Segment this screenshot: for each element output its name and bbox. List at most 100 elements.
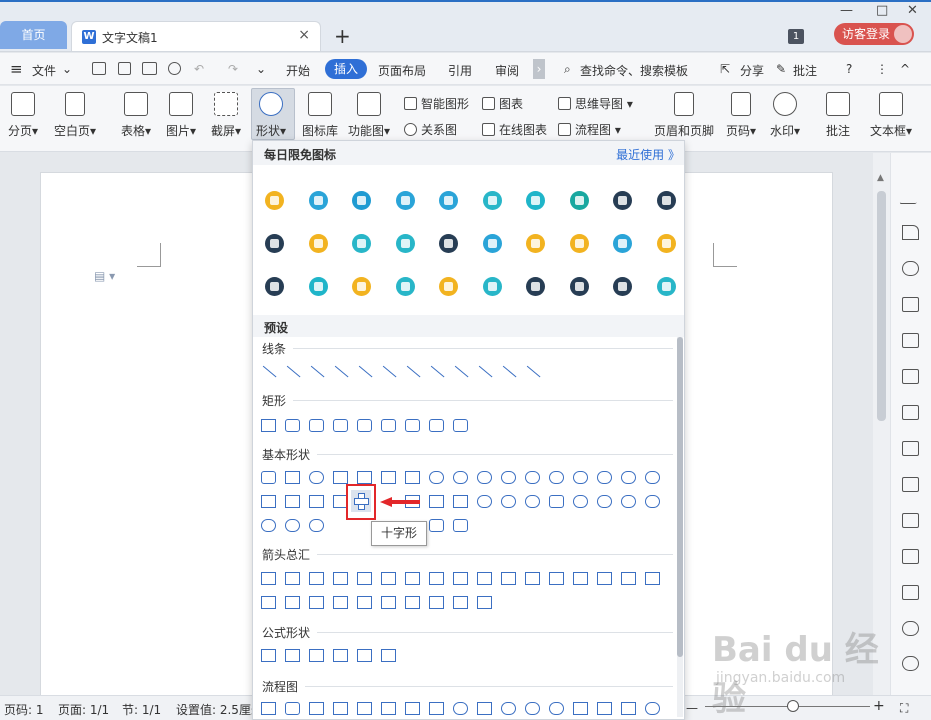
picture-tool-icon[interactable]: [902, 585, 919, 600]
translate-icon[interactable]: [902, 513, 919, 528]
help-icon[interactable]: ?: [846, 62, 852, 76]
comment-ribbon-button[interactable]: 批注: [826, 92, 850, 139]
shape-option[interactable]: [309, 596, 324, 609]
shape-option[interactable]: [309, 572, 324, 585]
page-break-button[interactable]: 分页▾: [8, 92, 38, 139]
free-icon[interactable]: [439, 234, 458, 253]
shape-option[interactable]: [405, 702, 420, 715]
shape-option[interactable]: [430, 365, 445, 378]
window-count-badge[interactable]: 1: [788, 29, 804, 44]
guest-login-button[interactable]: 访客登录: [834, 23, 914, 45]
free-icon[interactable]: [395, 234, 415, 253]
menu-review[interactable]: 审阅: [495, 62, 519, 79]
preview-icon[interactable]: [168, 62, 181, 75]
shape-option[interactable]: [333, 649, 348, 662]
shape-option[interactable]: [525, 702, 540, 715]
shape-option[interactable]: [477, 572, 492, 585]
select-pointer-icon[interactable]: [902, 225, 919, 240]
watermark-button[interactable]: 水印▾: [770, 92, 800, 139]
shape-option[interactable]: [309, 649, 324, 662]
shape-option[interactable]: [285, 471, 300, 484]
shape-option[interactable]: [381, 596, 396, 609]
shape-option[interactable]: [357, 471, 372, 484]
undo-icon[interactable]: ↶: [194, 62, 204, 76]
free-icon[interactable]: [656, 277, 676, 296]
shape-option[interactable]: [357, 702, 372, 715]
free-icon[interactable]: [526, 277, 545, 296]
settings-sliders-icon[interactable]: [902, 405, 919, 420]
shape-option[interactable]: [382, 365, 397, 378]
tab-home[interactable]: 首页: [0, 21, 67, 49]
shape-option[interactable]: [501, 702, 516, 715]
menu-insert[interactable]: 插入: [325, 59, 367, 79]
shape-option[interactable]: [478, 365, 493, 378]
shape-option[interactable]: [621, 702, 636, 715]
shape-option[interactable]: [405, 572, 420, 585]
free-icon[interactable]: [395, 191, 415, 210]
shape-button[interactable]: 形状▾: [256, 92, 286, 139]
free-icon[interactable]: [482, 234, 502, 253]
free-icon[interactable]: [439, 191, 458, 210]
shape-option[interactable]: [573, 702, 588, 715]
shape-option[interactable]: [381, 471, 396, 484]
shape-option[interactable]: [333, 702, 348, 715]
free-icon[interactable]: [613, 234, 632, 253]
free-icon[interactable]: [352, 191, 371, 210]
shape-option[interactable]: [333, 419, 348, 432]
shape-option[interactable]: [334, 365, 349, 378]
flowchart-button[interactable]: 流程图 ▾: [558, 121, 621, 138]
free-icon[interactable]: [569, 234, 589, 253]
close-tab-icon[interactable]: ×: [298, 27, 310, 43]
shape-option[interactable]: [429, 419, 444, 432]
shape-option[interactable]: [357, 649, 372, 662]
shape-option[interactable]: [645, 702, 660, 715]
table-tool-icon[interactable]: [902, 333, 919, 348]
shape-tool-icon[interactable]: [902, 261, 919, 276]
panel-scrollbar-thumb[interactable]: [677, 337, 683, 657]
shape-option[interactable]: [262, 365, 277, 378]
menu-references[interactable]: 引用: [448, 62, 472, 79]
shape-option[interactable]: [621, 471, 636, 484]
picture-button[interactable]: 图片▾: [166, 92, 196, 139]
chart-button[interactable]: 图表: [482, 95, 523, 112]
shape-option[interactable]: [333, 572, 348, 585]
layers-icon[interactable]: [902, 297, 919, 312]
shape-option[interactable]: [261, 702, 276, 715]
shape-option[interactable]: [549, 572, 564, 585]
free-icon[interactable]: [656, 234, 676, 253]
shape-option[interactable]: [429, 519, 444, 532]
zoom-out-icon[interactable]: —: [686, 701, 698, 715]
shape-option[interactable]: [502, 365, 517, 378]
history-icon[interactable]: [902, 656, 919, 671]
search-command-input[interactable]: 查找命令、搜索模板: [580, 62, 688, 79]
free-icon[interactable]: [395, 277, 415, 296]
shape-option[interactable]: [454, 365, 469, 378]
shape-option[interactable]: [261, 419, 276, 432]
shape-option[interactable]: [357, 572, 372, 585]
scrollbar-thumb[interactable]: [877, 191, 886, 421]
free-icon[interactable]: [482, 277, 502, 296]
maximize-icon[interactable]: □: [876, 3, 888, 18]
shape-option[interactable]: [429, 495, 444, 508]
shape-option[interactable]: [381, 649, 396, 662]
save-icon[interactable]: [92, 62, 106, 75]
shape-option[interactable]: [357, 419, 372, 432]
shape-option[interactable]: [453, 519, 468, 532]
comment-menu-button[interactable]: 批注: [793, 62, 817, 79]
scroll-up-icon[interactable]: ▲: [877, 173, 884, 183]
pen-icon[interactable]: [899, 189, 922, 204]
shape-option[interactable]: [549, 471, 564, 484]
shape-option[interactable]: [573, 471, 588, 484]
shape-option[interactable]: [309, 519, 324, 532]
menu-page-layout[interactable]: 页面布局: [378, 62, 426, 79]
free-icon[interactable]: [482, 191, 502, 210]
free-icon[interactable]: [308, 277, 328, 296]
chevron-down-icon[interactable]: ⌄: [62, 62, 72, 76]
shape-option[interactable]: [501, 471, 516, 484]
shape-option[interactable]: [261, 519, 276, 532]
document-scrollbar[interactable]: ▲: [873, 153, 890, 695]
free-icon[interactable]: [569, 277, 589, 296]
free-icon[interactable]: [265, 277, 284, 296]
screenshot-button[interactable]: 截屏▾: [211, 92, 241, 139]
print-icon[interactable]: [142, 62, 157, 75]
